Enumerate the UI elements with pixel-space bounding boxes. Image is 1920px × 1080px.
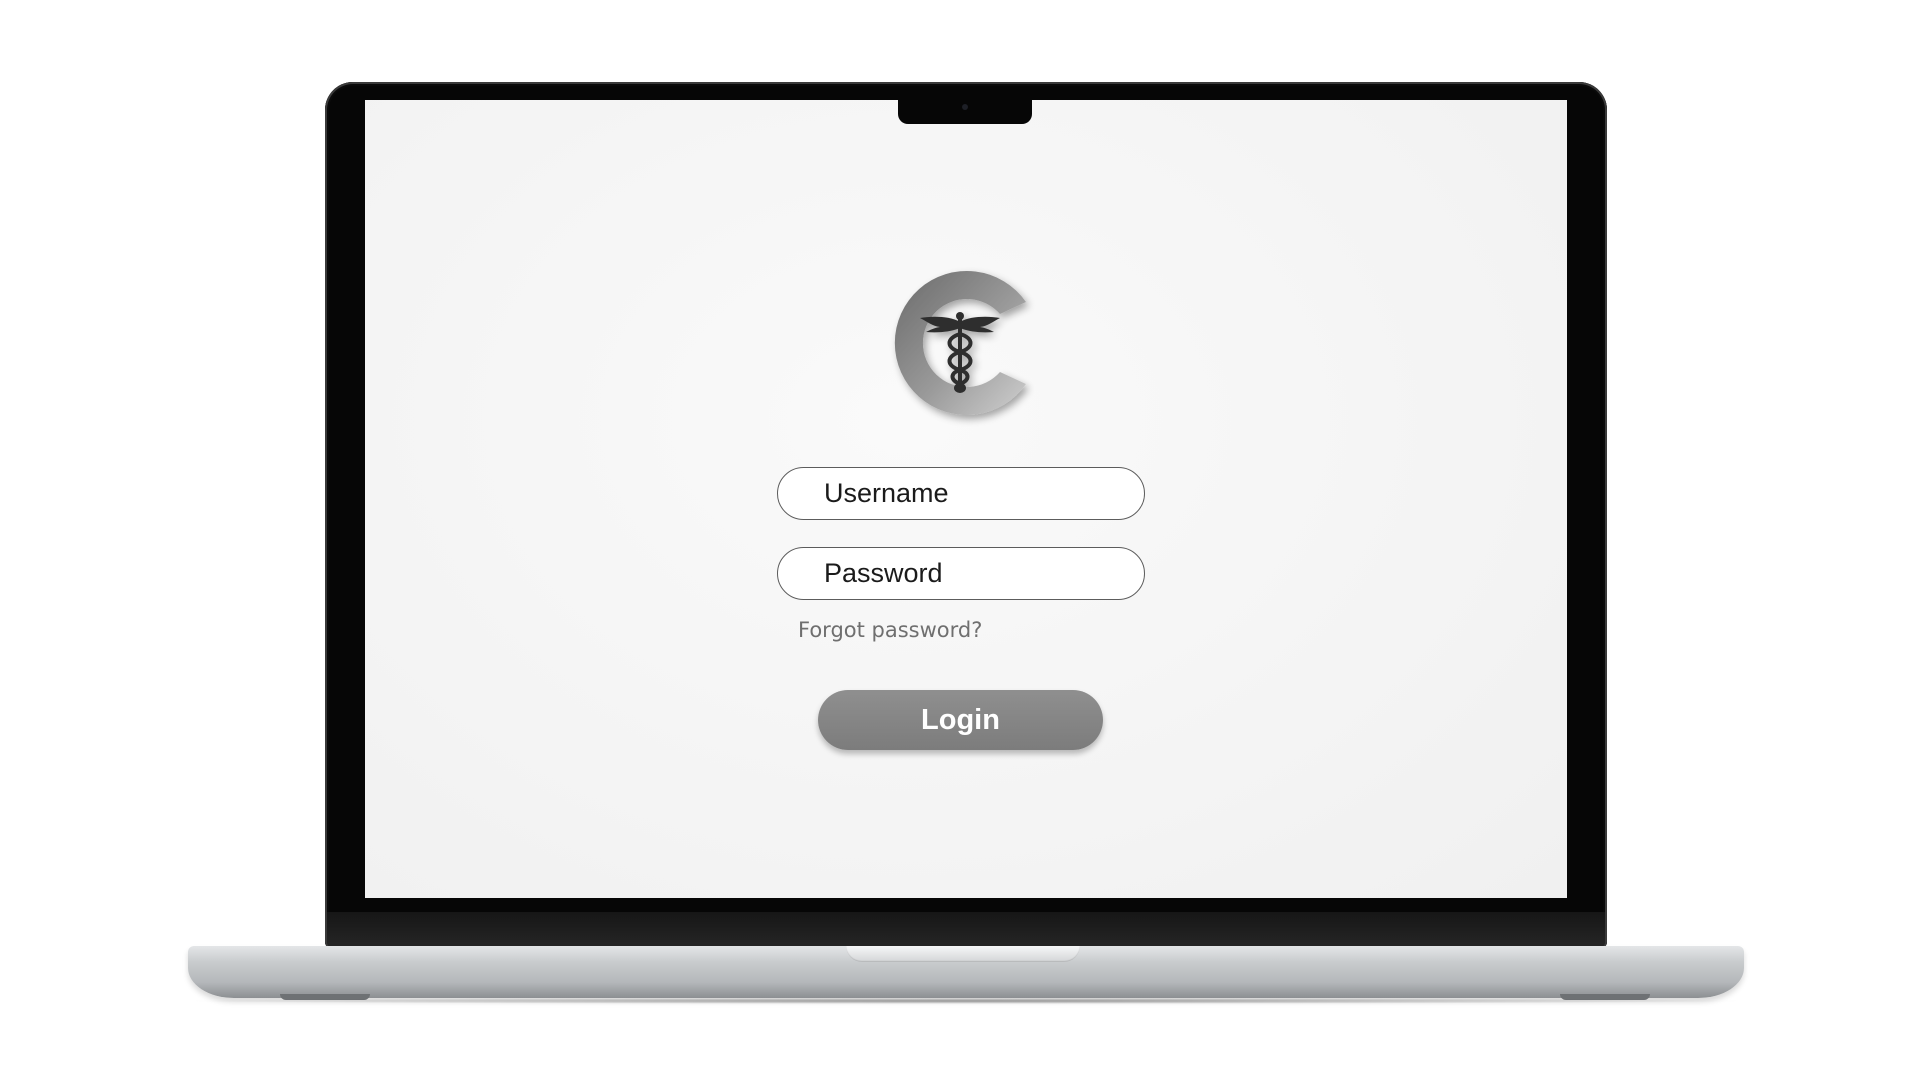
laptop-mockup: Username Password Forgot password? Login	[0, 0, 1920, 1080]
password-placeholder: Password	[824, 558, 943, 588]
camera-icon	[962, 104, 968, 110]
password-input[interactable]: Password	[777, 547, 1145, 600]
username-placeholder: Username	[824, 478, 949, 508]
forgot-password-link[interactable]: Forgot password?	[798, 618, 982, 642]
username-input[interactable]: Username	[777, 467, 1145, 520]
laptop-opening-lip	[846, 946, 1080, 962]
caduceus-c-logo-icon	[894, 271, 1026, 415]
laptop-chin	[327, 912, 1605, 948]
laptop-shadow	[180, 998, 1752, 1004]
login-button[interactable]: Login	[818, 690, 1103, 750]
camera-notch	[898, 98, 1032, 124]
